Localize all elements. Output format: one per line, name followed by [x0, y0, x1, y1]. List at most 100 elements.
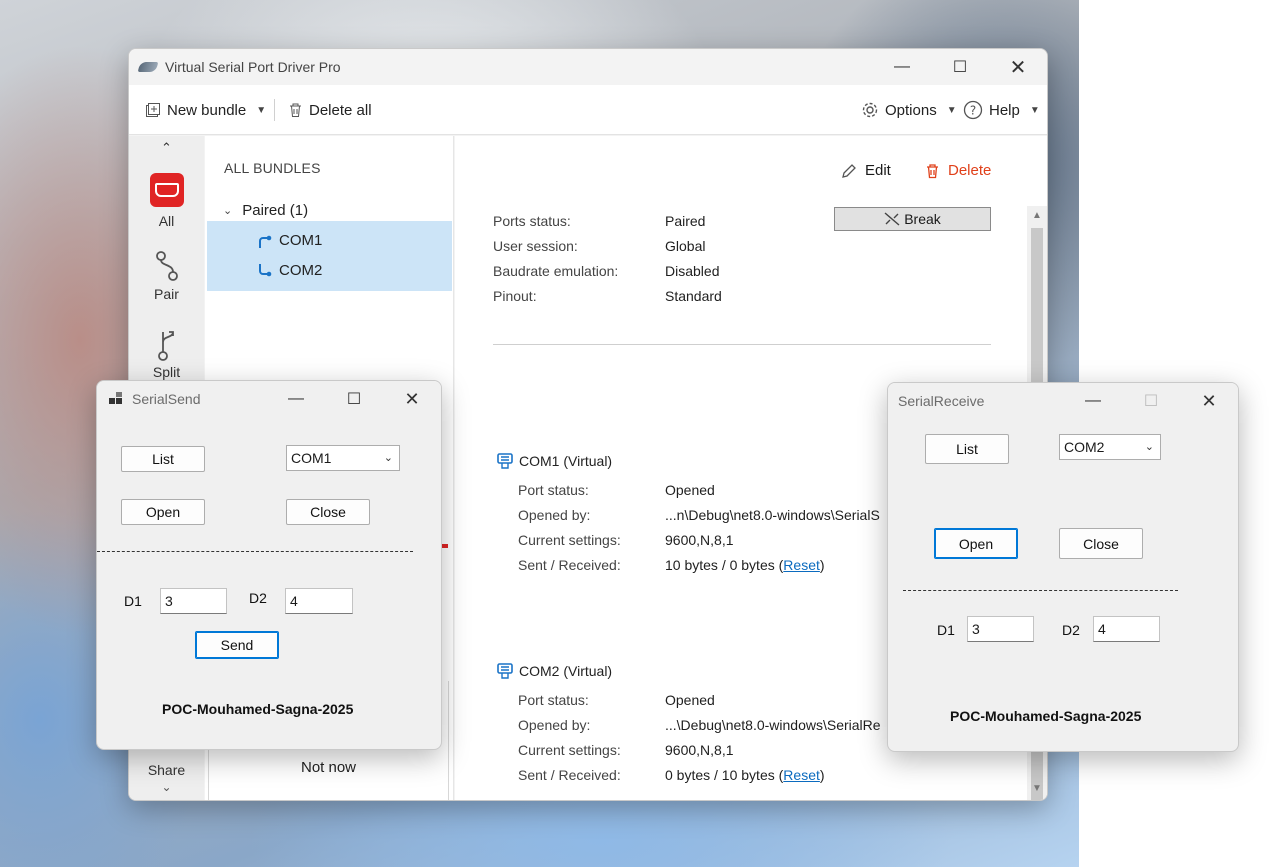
d2-input[interactable]: 4: [1093, 616, 1160, 642]
chevron-down-icon: ⌄: [1144, 441, 1154, 453]
scroll-down-icon[interactable]: ▼: [1027, 783, 1047, 794]
com1-sent-received-label: Sent / Received:: [518, 557, 621, 573]
help-menu[interactable]: ? Help ▼: [963, 85, 1040, 135]
chevron-down-icon: ▼: [946, 104, 957, 116]
new-bundle-label: New bundle: [167, 101, 247, 119]
com1-bytes: 10 bytes / 0 bytes (: [665, 557, 784, 573]
com1-opened-by-label: Opened by:: [518, 507, 591, 523]
com1-reset-link[interactable]: Reset: [783, 557, 820, 573]
open-button[interactable]: Open: [934, 528, 1018, 559]
user-session-value: Global: [665, 238, 706, 254]
help-icon: ?: [963, 100, 983, 120]
com2-reset-link[interactable]: Reset: [783, 767, 820, 783]
nav-item-split[interactable]: Split: [129, 328, 204, 380]
gear-icon: [862, 102, 878, 118]
delete-all-button[interactable]: Delete all: [288, 85, 372, 135]
trash-icon: [290, 103, 301, 117]
close-button[interactable]: ✕: [1180, 383, 1238, 419]
open-button[interactable]: Open: [121, 499, 205, 525]
promo-accent: [442, 544, 448, 548]
delete-button[interactable]: Delete: [925, 162, 991, 179]
port-link-bottom-icon: [259, 263, 272, 276]
close-port-button[interactable]: Close: [1059, 528, 1143, 559]
pinout-label: Pinout:: [493, 288, 537, 304]
nav-share-label: Share: [147, 762, 186, 778]
serialsend-titlebar[interactable]: SerialSend — ☐ ✕: [97, 381, 441, 417]
serialsend-window: SerialSend — ☐ ✕ List COM1 ⌄ Open Close …: [96, 380, 442, 750]
port-select[interactable]: COM2 ⌄: [1059, 434, 1161, 460]
broken-link-icon: [884, 212, 900, 226]
minimize-button[interactable]: —: [873, 49, 931, 85]
nav-item-pair[interactable]: Pair: [129, 250, 204, 302]
close-button[interactable]: ✕: [383, 381, 441, 417]
break-label: Break: [904, 211, 941, 227]
nav-item-share[interactable]: Share ⌄: [129, 762, 204, 794]
tree-group-paired[interactable]: ⌄ Paired (1): [223, 202, 308, 219]
chevron-down-icon: ⌄: [223, 205, 233, 217]
vspd-titlebar[interactable]: Virtual Serial Port Driver Pro — ☐ ✕: [129, 49, 1047, 85]
com2-settings-label: Current settings:: [518, 742, 621, 758]
close-port-button[interactable]: Close: [286, 499, 370, 525]
send-button[interactable]: Send: [195, 631, 279, 659]
com1-settings-value: 9600,N,8,1: [665, 532, 734, 548]
edit-button[interactable]: Edit: [841, 162, 891, 179]
scroll-up-icon[interactable]: ▲: [1027, 210, 1047, 221]
list-button[interactable]: List: [121, 446, 205, 472]
serialreceive-titlebar[interactable]: SerialReceive — ☐ ✕: [888, 383, 1238, 419]
vspd-app-icon: [137, 62, 159, 72]
d2-input[interactable]: 4: [285, 588, 353, 614]
options-menu[interactable]: Options ▼: [861, 85, 957, 135]
virtual-port-icon: [497, 663, 513, 679]
com2-section-title: COM2 (Virtual): [496, 662, 612, 680]
footer-label: POC-Mouhamed-Sagna-2025: [950, 708, 1142, 724]
com2-opened-by-label: Opened by:: [518, 717, 591, 733]
form-app-icon: [109, 392, 122, 404]
trash-icon: [927, 163, 938, 178]
port-select[interactable]: COM1 ⌄: [286, 445, 400, 471]
tree-port-label: COM1: [279, 232, 323, 249]
not-now-button[interactable]: Not now: [209, 759, 448, 776]
com1-sent-received-value: 10 bytes / 0 bytes (Reset): [665, 557, 825, 573]
nav-pair-label: Pair: [154, 286, 179, 302]
paren: ): [819, 767, 825, 783]
nav-item-all[interactable]: All: [129, 173, 204, 229]
tree-selection: [207, 221, 452, 291]
list-button[interactable]: List: [925, 434, 1009, 464]
com1-title: COM1 (Virtual): [519, 453, 613, 469]
toolbar-divider: [274, 99, 275, 121]
new-bundle-icon: [146, 103, 160, 117]
d1-input[interactable]: 3: [160, 588, 227, 614]
port-link-top-icon: [259, 235, 272, 248]
com2-sent-received-label: Sent / Received:: [518, 767, 621, 783]
section-divider: [493, 344, 991, 345]
nav-scroll-up-icon[interactable]: ⌃: [129, 140, 204, 156]
com1-section-title: COM1 (Virtual): [496, 452, 612, 470]
dashed-separator: [97, 551, 413, 552]
d1-label: D1: [124, 593, 142, 609]
pinout-value: Standard: [665, 288, 722, 304]
tree-item-com1[interactable]: COM1: [257, 232, 322, 249]
break-button[interactable]: Break: [834, 207, 991, 231]
com2-port-status-label: Port status:: [518, 692, 589, 708]
new-bundle-button[interactable]: New bundle ▼: [145, 85, 266, 135]
close-button[interactable]: ✕: [989, 49, 1047, 85]
edit-label: Edit: [865, 162, 891, 179]
maximize-button: ☐: [1143, 393, 1159, 410]
ports-status-value: Paired: [665, 213, 706, 229]
minimize-button[interactable]: —: [1064, 383, 1122, 419]
maximize-button[interactable]: ☐: [931, 49, 989, 85]
baudrate-emulation-value: Disabled: [665, 263, 720, 279]
virtual-port-icon: [497, 453, 513, 469]
port-select-value: COM1: [291, 450, 332, 466]
window-title: Virtual Serial Port Driver Pro: [165, 59, 341, 75]
dashed-separator: [903, 590, 1178, 591]
maximize-button[interactable]: ☐: [325, 381, 383, 417]
pencil-icon: [842, 163, 856, 178]
minimize-button[interactable]: —: [267, 381, 325, 417]
user-session-label: User session:: [493, 238, 578, 254]
tree-item-com2[interactable]: COM2: [257, 262, 322, 279]
port-select-value: COM2: [1064, 439, 1105, 455]
chevron-down-icon: ▼: [256, 104, 267, 116]
pair-icon: [155, 251, 178, 281]
d1-input[interactable]: 3: [967, 616, 1034, 642]
